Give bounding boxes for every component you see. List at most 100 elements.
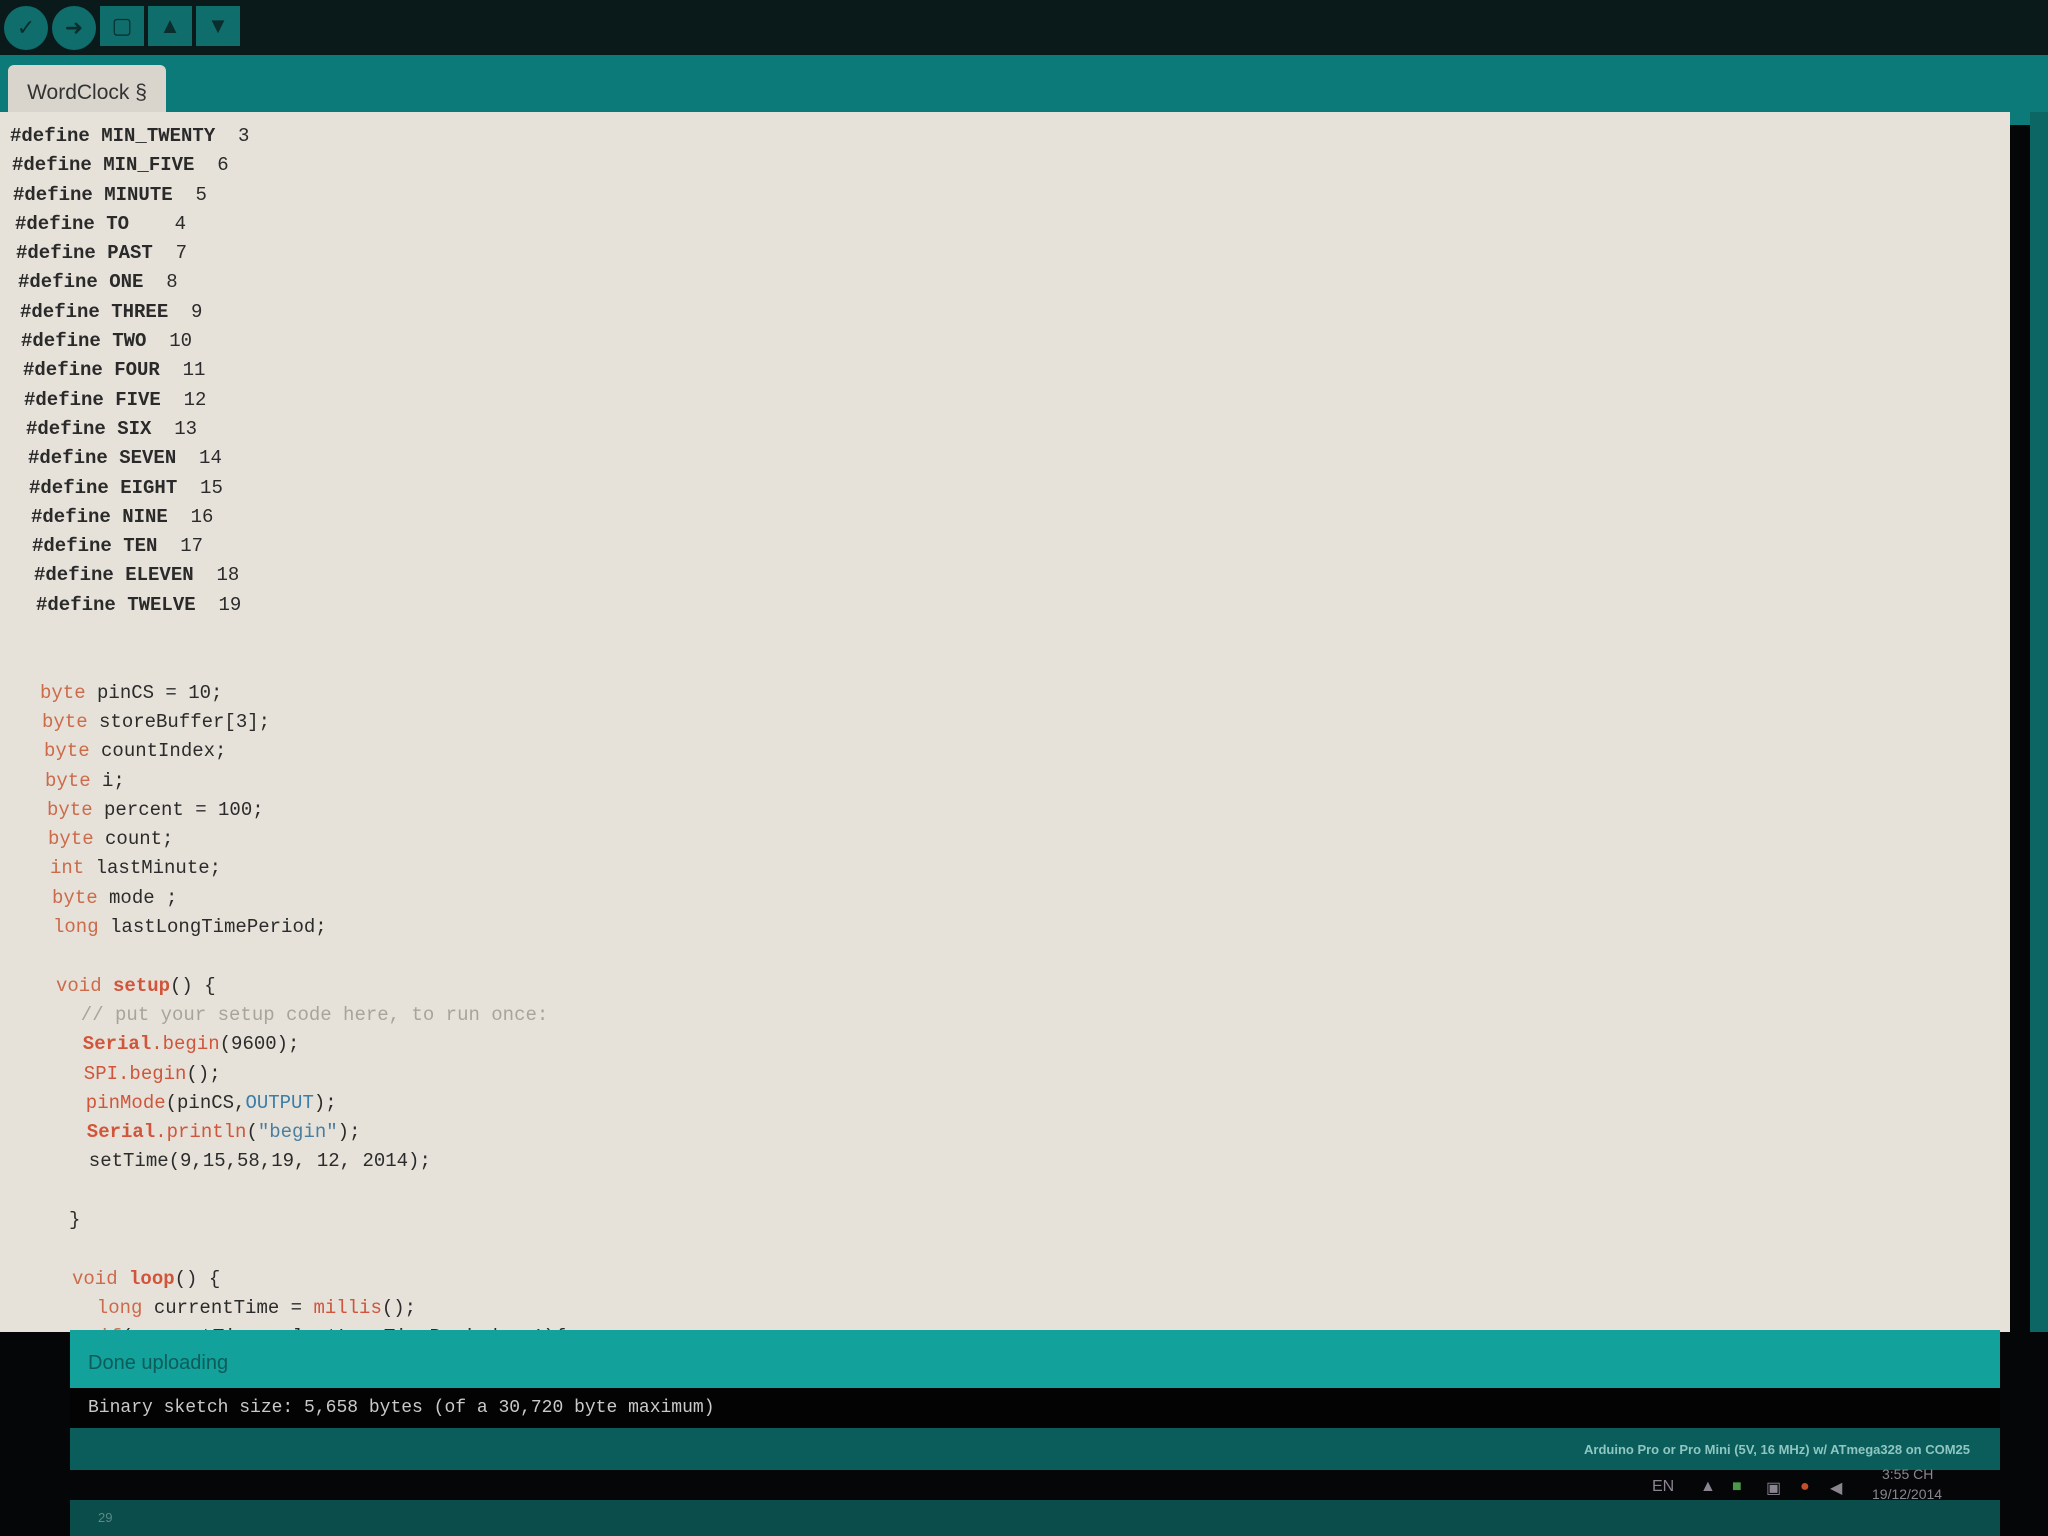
code-token: #define THREE — [20, 300, 169, 323]
code-token: 10 — [146, 330, 193, 353]
code-token: currentTime = — [142, 1296, 314, 1319]
code-token: lastMinute; — [84, 857, 222, 880]
code-line: #define ONE 8 — [10, 268, 566, 297]
code-token: #define EIGHT — [29, 476, 178, 499]
code-line: byte storeBuffer[3]; — [10, 708, 566, 737]
code-token: 7 — [152, 242, 188, 265]
arrow-up-icon: ▲ — [159, 13, 181, 38]
code-token: lastLongTimePeriod; — [98, 916, 327, 939]
code-token: millis — [313, 1296, 382, 1319]
code-line: int lastMinute; — [10, 854, 566, 883]
code-token: 8 — [143, 271, 178, 294]
file-icon: ▢ — [111, 13, 133, 38]
toolbar: ✓ ➜ ▢ ▲ ▼ — [0, 0, 2048, 62]
code-token: 13 — [151, 417, 198, 440]
verify-button[interactable]: ✓ — [4, 6, 48, 50]
device-icon[interactable]: ▣ — [1766, 1478, 1781, 1498]
code-token: } — [69, 1208, 81, 1231]
volume-icon[interactable]: ◀ — [1830, 1478, 1842, 1498]
code-line: #define MINUTE 5 — [10, 181, 566, 210]
code-content: #define MIN_TWENTY 3 #define MIN_FIVE 6 #d… — [10, 122, 566, 1382]
save-button[interactable]: ▼ — [196, 6, 240, 46]
code-line: pinMode(pinCS,OUTPUT); — [10, 1089, 566, 1118]
code-line: byte countIndex; — [10, 737, 566, 766]
code-token: byte — [42, 710, 88, 733]
code-token: long — [74, 1296, 143, 1319]
code-token: 15 — [177, 476, 223, 499]
code-line: setTime(9,15,58,19, 12, 2014); — [10, 1147, 566, 1176]
code-line: #define THREE 9 — [10, 298, 566, 327]
code-token: #define SEVEN — [28, 447, 177, 470]
status-message: Done uploading — [88, 1352, 229, 1374]
code-line: #define NINE 16 — [10, 503, 566, 532]
upload-button[interactable]: ➜ — [52, 6, 96, 50]
code-token: (pinCS, — [165, 1091, 246, 1114]
code-line: #define SIX 13 — [10, 415, 566, 444]
arrow-down-icon: ▼ — [207, 13, 229, 38]
code-line: #define PAST 7 — [10, 239, 566, 268]
code-token: SPI.begin — [61, 1062, 187, 1085]
code-token: setup — [113, 974, 171, 997]
code-token: pinMode — [63, 1091, 166, 1114]
new-button[interactable]: ▢ — [100, 6, 144, 46]
scrollbar[interactable] — [2030, 112, 2048, 1332]
code-token: #define PAST — [16, 242, 153, 265]
network-icon[interactable]: ■ — [1732, 1478, 1742, 1496]
code-line: #define FIVE 12 — [10, 386, 566, 415]
code-token: 9 — [168, 300, 203, 323]
code-token: byte — [47, 798, 93, 821]
code-token: OUTPUT — [245, 1091, 314, 1114]
code-token: i; — [90, 769, 125, 792]
code-line: byte count; — [10, 825, 566, 854]
code-line: long currentTime = millis(); — [10, 1294, 566, 1323]
code-line: Serial.begin(9600); — [10, 1030, 566, 1059]
code-token: #define MIN_FIVE — [12, 154, 195, 177]
code-line: #define TEN 17 — [10, 532, 566, 561]
code-token: storeBuffer[3]; — [87, 710, 271, 733]
code-token: int — [50, 857, 85, 880]
open-button[interactable]: ▲ — [148, 6, 192, 46]
code-token: countIndex; — [89, 740, 227, 763]
tab-label: WordClock § — [27, 81, 147, 104]
board-bar: Arduino Pro or Pro Mini (5V, 16 MHz) w/ … — [70, 1428, 2000, 1470]
code-token: (); — [381, 1296, 417, 1319]
code-line: #define MIN_TWENTY 3 — [10, 122, 566, 151]
arrow-right-icon: ➜ — [64, 15, 84, 40]
code-token: #define FIVE — [24, 388, 161, 411]
code-token: 18 — [193, 564, 240, 587]
code-token: setTime(9,15,58,19, 12, 2014); — [66, 1150, 431, 1173]
code-token: 4 — [129, 212, 187, 235]
code-line: SPI.begin(); — [10, 1060, 566, 1089]
code-token: .println — [155, 1121, 247, 1144]
code-editor[interactable]: #define MIN_TWENTY 3 #define MIN_FIVE 6 #d… — [0, 112, 2010, 1377]
language-indicator[interactable]: EN — [1652, 1478, 1674, 1496]
code-token: #define MINUTE — [13, 183, 173, 206]
code-line: void setup() { — [10, 972, 566, 1001]
code-token: byte — [52, 886, 98, 909]
status-bar: Done uploading — [70, 1330, 2000, 1388]
code-token: loop — [129, 1267, 175, 1290]
code-line: #define SEVEN 14 — [10, 444, 566, 473]
code-line: #define MIN_FIVE 6 — [10, 151, 566, 180]
console-output: Binary sketch size: 5,658 bytes (of a 30… — [88, 1398, 715, 1418]
show-hidden-icons-icon[interactable]: ▲ — [1700, 1478, 1716, 1496]
code-line: #define TO 4 — [10, 210, 566, 239]
code-line: // put your setup code here, to run once… — [10, 1001, 566, 1030]
code-token: 16 — [167, 505, 214, 528]
code-token: void — [56, 974, 102, 997]
code-token: () { — [170, 974, 216, 997]
code-token: #define ONE — [18, 271, 144, 294]
clock-time[interactable]: 3:55 CH — [1882, 1466, 1933, 1482]
alert-icon[interactable]: ● — [1800, 1478, 1810, 1496]
code-token: #define SIX — [26, 417, 152, 440]
code-line: long lastLongTimePeriod; — [10, 913, 566, 942]
clock-date[interactable]: 19/12/2014 — [1872, 1486, 1942, 1502]
code-line: byte pinCS = 10; — [10, 679, 566, 708]
code-token: 11 — [159, 359, 206, 382]
code-token: (9600); — [219, 1033, 300, 1056]
code-token: count; — [93, 828, 174, 851]
code-token: () { — [174, 1267, 221, 1290]
